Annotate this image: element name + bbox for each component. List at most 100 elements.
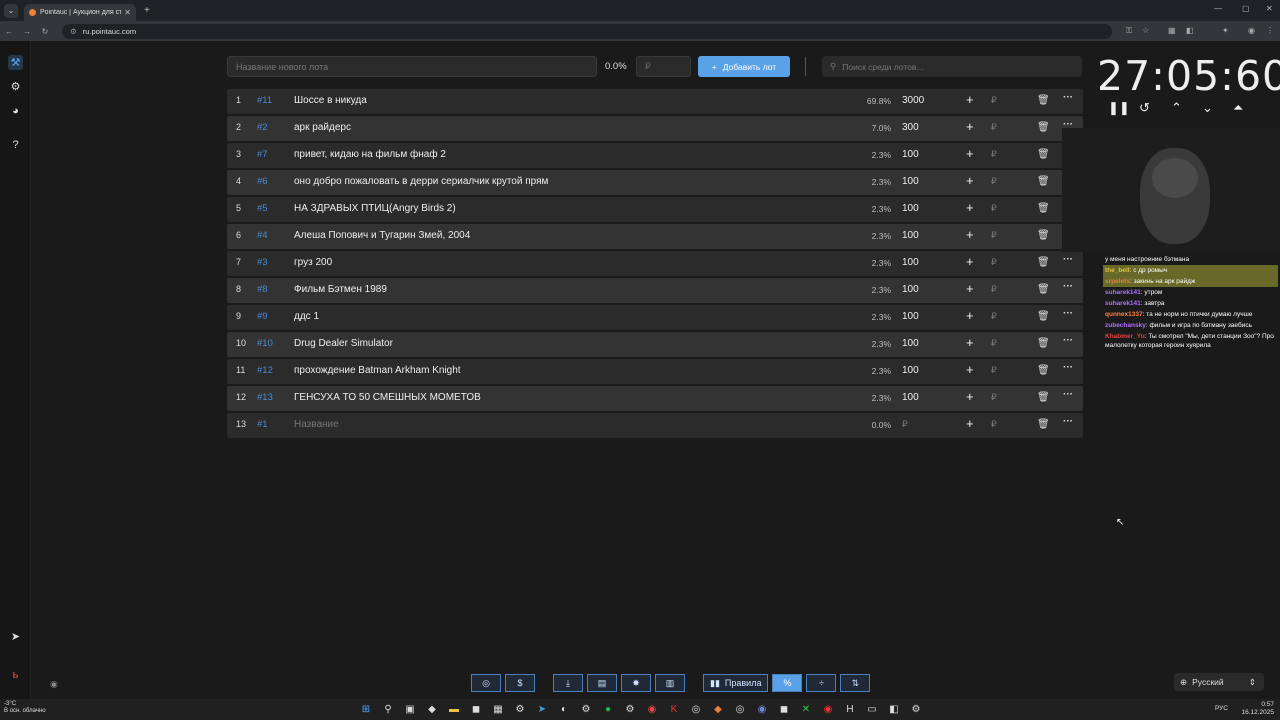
taskview-icon[interactable]: ▣ <box>402 702 418 718</box>
language-select[interactable]: ⊕ Русский ⇕ <box>1174 673 1264 691</box>
lot-amount[interactable]: 100 <box>902 311 919 322</box>
github-button[interactable]: ◎ <box>471 674 501 692</box>
telegram-icon[interactable]: ➤ <box>8 629 23 644</box>
lot-id[interactable]: #2 <box>257 122 268 133</box>
more-options-icon[interactable]: ··· <box>1063 92 1073 103</box>
search-taskbar-icon[interactable]: ⚲ <box>380 702 396 718</box>
browser-tab[interactable]: Pointauc | Аукцион для стрима ✕ <box>24 4 136 21</box>
app-icon-14[interactable]: ◧ <box>886 702 902 718</box>
app-icon-10[interactable]: ◼ <box>776 702 792 718</box>
app-icon-6[interactable]: K <box>666 702 682 718</box>
calendar-icon[interactable]: ▦ <box>490 702 506 718</box>
lot-id[interactable]: #8 <box>257 284 268 295</box>
app-icon-9[interactable]: ◎ <box>732 702 748 718</box>
minimize-button[interactable]: — <box>1214 4 1222 13</box>
lot-amount[interactable]: ₽ <box>902 419 908 430</box>
app-icon-2[interactable]: ◼ <box>468 702 484 718</box>
lot-name[interactable]: привет, кидаю на фильм фнаф 2 <box>294 149 446 160</box>
lot-name[interactable]: ГЕНСУХА ТО 50 СМЕШНЫХ МОМЕТОВ <box>294 392 481 403</box>
more-options-icon[interactable]: ··· <box>1063 281 1073 292</box>
extension-icon-2[interactable]: ◧ <box>1186 26 1194 35</box>
more-options-icon[interactable]: ··· <box>1063 389 1073 400</box>
lot-id[interactable]: #9 <box>257 311 268 322</box>
chrome-icon[interactable]: ◉ <box>644 702 660 718</box>
more-options-icon[interactable]: ··· <box>1063 308 1073 319</box>
password-key-icon[interactable]: ⚿ <box>1126 26 1132 36</box>
delete-lot-icon[interactable]: 🗑 <box>1037 122 1050 133</box>
lot-name[interactable]: прохождение Batman Arkham Knight <box>294 365 461 376</box>
lot-name[interactable]: арк райдерс <box>294 122 351 133</box>
lot-extra-input[interactable]: ₽ <box>991 95 997 106</box>
lot-extra-input[interactable]: ₽ <box>991 419 997 430</box>
extension-icon[interactable]: ▦ <box>1168 26 1176 35</box>
lot-id[interactable]: #10 <box>257 338 273 349</box>
new-lot-input[interactable]: Название нового лота <box>227 56 597 77</box>
delete-lot-icon[interactable]: 🗑 <box>1037 419 1050 430</box>
app-icon-4[interactable]: ⚙ <box>578 702 594 718</box>
delete-lot-icon[interactable]: 🗑 <box>1037 392 1050 403</box>
more-options-icon[interactable]: ··· <box>1063 416 1073 427</box>
pause-icon[interactable]: ❚❚ <box>1108 100 1130 116</box>
lot-id[interactable]: #6 <box>257 176 268 187</box>
lot-amount[interactable]: 100 <box>902 176 919 187</box>
lot-extra-input[interactable]: ₽ <box>991 257 997 268</box>
spotify-icon[interactable]: ● <box>600 702 616 718</box>
start-icon[interactable]: ⊞ <box>358 702 374 718</box>
lot-id[interactable]: #3 <box>257 257 268 268</box>
lot-name[interactable]: оно добро пожаловать в дерри сериалчик к… <box>294 176 548 187</box>
auction-icon[interactable]: ⚒ <box>8 55 23 70</box>
list-button[interactable]: ▥ <box>655 674 685 692</box>
lot-id[interactable]: #11 <box>257 95 272 106</box>
lot-amount[interactable]: 100 <box>902 392 919 403</box>
site-info-icon[interactable]: ⚙ <box>70 27 77 36</box>
lot-name[interactable]: ддс 1 <box>294 311 319 322</box>
percent-toggle-button[interactable]: % <box>772 674 803 692</box>
back-icon[interactable]: ← <box>0 27 18 36</box>
delete-lot-icon[interactable]: 🗑 <box>1037 365 1050 376</box>
sort-button[interactable]: ⇅ <box>840 674 871 692</box>
chevron-up-icon[interactable]: ⌃ <box>1171 100 1182 116</box>
lot-name[interactable]: Drug Dealer Simulator <box>294 338 393 349</box>
lot-name[interactable]: груз 200 <box>294 257 332 268</box>
lot-extra-input[interactable]: ₽ <box>991 284 997 295</box>
add-amount-icon[interactable]: + <box>966 335 974 350</box>
download-button[interactable]: ⤓ <box>553 674 583 692</box>
bookmark-star-icon[interactable]: ☆ <box>1142 26 1149 35</box>
delete-lot-icon[interactable]: 🗑 <box>1037 311 1050 322</box>
reset-icon[interactable]: ↺ <box>1139 100 1150 116</box>
lot-id[interactable]: #7 <box>257 149 268 160</box>
bug-button[interactable]: ✸ <box>621 674 651 692</box>
lot-id[interactable]: #5 <box>257 203 268 214</box>
reload-icon[interactable]: ↻ <box>36 27 54 36</box>
settings-gear-icon[interactable]: ⚙ <box>8 79 23 94</box>
more-options-icon[interactable]: ··· <box>1063 335 1073 346</box>
profile-avatar[interactable]: ◉ <box>1248 26 1255 35</box>
lot-amount[interactable]: 100 <box>902 203 919 214</box>
close-window-button[interactable]: ✕ <box>1266 4 1273 13</box>
lot-name[interactable]: НА ЗДРАВЫХ ПТИЦ(Angry Birds 2) <box>294 203 456 214</box>
app-icon-1[interactable]: ◆ <box>424 702 440 718</box>
more-options-icon[interactable]: ··· <box>1063 254 1073 265</box>
delete-lot-icon[interactable]: 🗑 <box>1037 95 1050 106</box>
add-amount-icon[interactable]: + <box>966 200 974 215</box>
weather-widget[interactable]: -3°C В осн. облачно <box>4 701 46 715</box>
add-amount-icon[interactable]: + <box>966 92 974 107</box>
app-icon-3[interactable]: ⚙ <box>512 702 528 718</box>
double-chevron-up-icon[interactable]: ⏶ <box>1233 100 1243 116</box>
extensions-puzzle-icon[interactable]: ✦ <box>1222 26 1229 35</box>
xbox-icon[interactable]: ✕ <box>798 702 814 718</box>
lot-amount[interactable]: 100 <box>902 365 919 376</box>
lot-name[interactable]: Шоссе в никуда <box>294 95 367 106</box>
rules-button[interactable]: ▮▮ Правила <box>703 674 769 692</box>
lot-name[interactable]: Алеша Попович и Тугарин Змей, 2004 <box>294 230 470 241</box>
close-tab-icon[interactable]: ✕ <box>124 8 131 17</box>
lot-name[interactable]: Фильм Бэтмен 1989 <box>294 284 387 295</box>
app-icon-13[interactable]: ▭ <box>864 702 880 718</box>
amount-input[interactable]: ₽ <box>636 56 691 77</box>
add-amount-icon[interactable]: + <box>966 119 974 134</box>
add-amount-icon[interactable]: + <box>966 173 974 188</box>
app-icon-7[interactable]: ◎ <box>688 702 704 718</box>
add-amount-icon[interactable]: + <box>966 281 974 296</box>
maximize-button[interactable]: ▢ <box>1242 4 1250 13</box>
help-icon[interactable]: ? <box>8 137 23 152</box>
